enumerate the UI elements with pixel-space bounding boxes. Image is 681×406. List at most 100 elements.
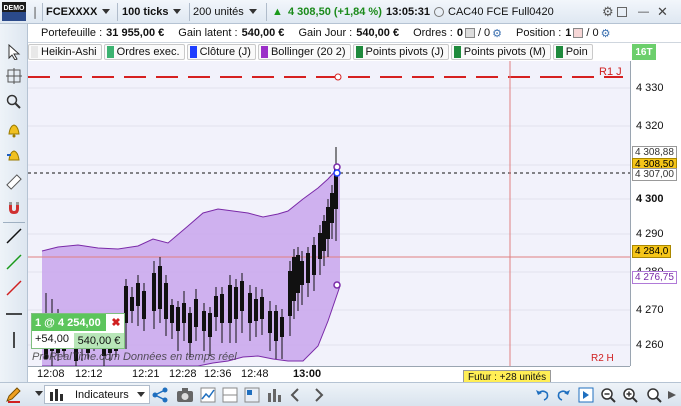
candle-body [268, 311, 272, 333]
zoom-out-icon[interactable] [600, 387, 616, 406]
undo-icon[interactable] [534, 387, 550, 406]
orders-icon[interactable] [464, 28, 475, 38]
r1-label: R1 J [599, 66, 622, 78]
magnet-icon[interactable] [4, 198, 24, 218]
candle-body [306, 253, 310, 283]
chevron-down-icon[interactable] [35, 391, 43, 396]
close-button[interactable]: ✕ [657, 2, 668, 21]
scroll-right-icon[interactable] [578, 387, 594, 406]
line-tool-green-icon[interactable] [4, 252, 24, 272]
cursor-icon[interactable] [4, 42, 24, 62]
candle-body [228, 285, 232, 323]
indicator-color-swatch [106, 46, 114, 58]
candle-body [322, 221, 326, 251]
pin-icon[interactable]: ❘ [30, 2, 40, 21]
price-chart[interactable]: R1 J R2 H ProRealTime.com Données en tem… [28, 61, 630, 366]
watermark: ProRealTime.com Données en temps réel [32, 351, 237, 363]
top-toolbar: DEMO ❘ FCEXXXX 100 ticks 200 unités ▲ 4 … [0, 0, 681, 24]
candle-body [300, 261, 304, 285]
candle-body [158, 266, 162, 309]
close-position-icon[interactable]: ✖ [108, 315, 124, 330]
more-icon[interactable] [666, 387, 678, 406]
timeframe-badge[interactable]: 16T [632, 44, 656, 60]
bollinger-lower-marker [333, 281, 341, 289]
zoom-in-icon[interactable] [622, 387, 638, 406]
indicator-chip[interactable]: Bollinger (20 2) [257, 44, 351, 60]
candle-body [292, 257, 296, 301]
orders-label: Ordres : [413, 27, 453, 39]
candle-body [312, 245, 316, 275]
position-gain: 540,00 € [74, 333, 124, 348]
zoom-icon[interactable] [4, 92, 24, 112]
indicator-label: Poin [565, 46, 588, 58]
share-icon[interactable] [152, 387, 168, 406]
price-tag: 4 284,0 [632, 245, 672, 258]
candle-body [280, 317, 284, 337]
position-box[interactable]: 1 @ 4 254,00 ✖ +54,00 540,00 € [31, 313, 125, 349]
indicator-chip[interactable]: Points pivots (M) [450, 44, 551, 60]
auto-zoom-icon[interactable] [646, 387, 662, 406]
indicator-chip[interactable]: Ordres exec. [103, 44, 185, 60]
unrealized-value: 540,00 € [241, 27, 285, 39]
price-tick-label: 4 300 [636, 193, 664, 205]
ruler-icon[interactable] [4, 172, 24, 192]
period-selector[interactable]: 100 ticks [122, 2, 186, 21]
vertical-line-icon[interactable] [4, 330, 24, 350]
indicator-chip[interactable]: Heikin-Ashi [28, 44, 102, 60]
candle-body [248, 293, 252, 323]
settings-gear-icon[interactable]: ⚙ [602, 2, 614, 21]
candle-body [182, 303, 186, 323]
candle-body [176, 307, 180, 331]
units-label: 200 unités [193, 5, 244, 18]
line-tool-black-icon[interactable] [4, 226, 24, 246]
candle-body [194, 299, 198, 327]
indicator-label: Heikin-Ashi [41, 46, 97, 58]
alert-bell-icon[interactable] [4, 120, 24, 140]
unrealized-label: Gain latent : [178, 27, 238, 39]
line-tool-red-icon[interactable] [4, 278, 24, 298]
orders-gear-icon[interactable]: ⚙ [492, 27, 502, 40]
alert-add-icon[interactable] [4, 146, 24, 166]
time-tick-label: 12:36 [204, 368, 232, 380]
indicator-color-swatch [31, 46, 38, 58]
chevron-down-icon [102, 9, 111, 14]
layout-icon[interactable] [222, 387, 238, 406]
candle-body [288, 271, 292, 316]
indicator-chip[interactable]: Points pivots (J) [352, 44, 449, 60]
instrument-selector[interactable]: FCEXXXX [46, 2, 114, 21]
chevron-down-icon [173, 9, 182, 14]
indicator-chip[interactable]: Poin [552, 44, 593, 60]
position-gear-icon[interactable]: ⚙ [601, 27, 611, 40]
forward-icon[interactable] [310, 387, 326, 406]
detach-icon[interactable] [617, 2, 627, 21]
screenshot-icon[interactable] [176, 387, 194, 406]
indicator-label: Bollinger (20 2) [270, 46, 346, 58]
chart-type-icon[interactable] [200, 387, 216, 406]
candle-body [214, 296, 218, 317]
price-change: 4 308,50 (+1,84 %) [288, 5, 382, 18]
indicator-chip[interactable]: Clôture (J) [186, 44, 256, 60]
minimize-button[interactable]: — [638, 2, 649, 21]
position-value: 1 [565, 27, 572, 39]
demo-logo: DEMO [2, 2, 26, 21]
candle-body [142, 291, 146, 319]
indicators-chart-icon [50, 388, 63, 401]
price-axis[interactable]: 4 3304 3204 3104 3004 2904 2804 2704 260… [630, 61, 681, 366]
daily-gain-value: 540,00 € [356, 27, 400, 39]
redo-icon[interactable] [556, 387, 572, 406]
units-selector[interactable]: 200 unités [193, 2, 265, 21]
indicator-color-swatch [260, 46, 268, 58]
back-icon[interactable] [288, 387, 304, 406]
candle-body [330, 193, 334, 223]
r1-marker [334, 73, 342, 81]
template-icon[interactable] [244, 387, 260, 406]
bars-icon[interactable] [266, 387, 282, 406]
price-tick-label: 4 320 [636, 120, 664, 132]
instrument-label: FCEXXXX [46, 5, 98, 18]
horizontal-line-icon[interactable] [4, 304, 24, 324]
pencil-icon[interactable] [4, 386, 22, 406]
r2-label: R2 H [591, 353, 614, 364]
position-icon[interactable] [573, 28, 584, 38]
crosshair-icon[interactable] [4, 66, 24, 86]
indicators-button[interactable]: Indicateurs [44, 385, 150, 404]
